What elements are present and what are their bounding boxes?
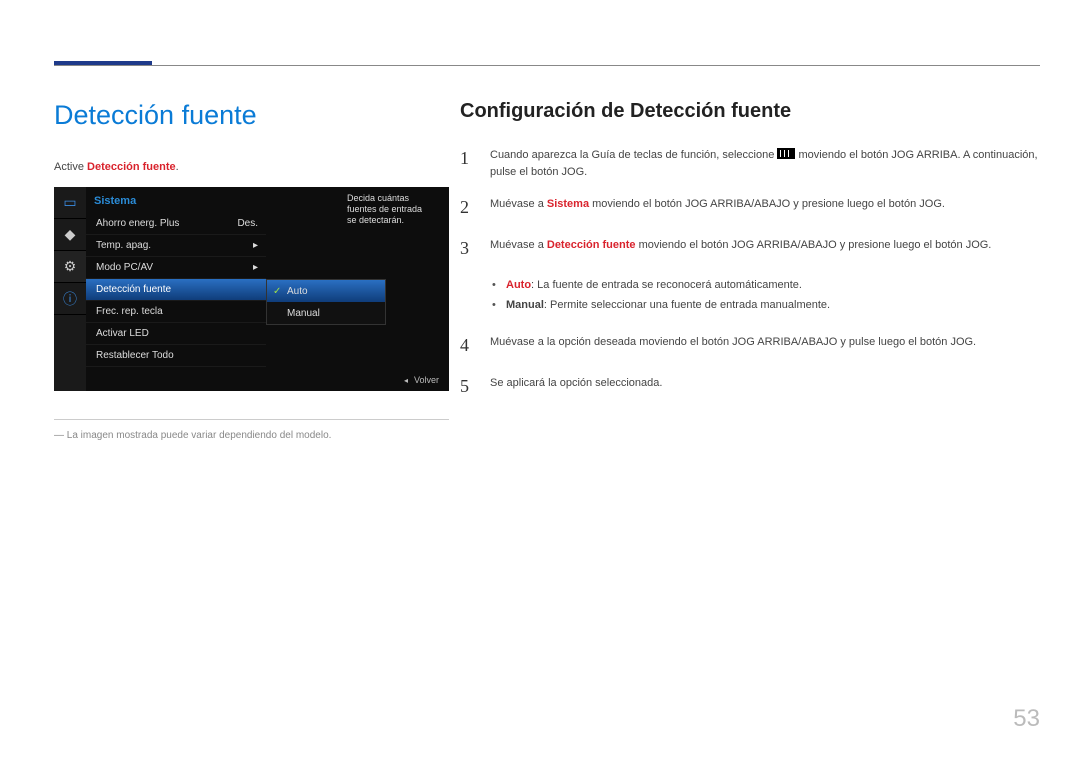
submenu-item: Manual: [267, 302, 385, 324]
osd-footer: ◂Volver: [404, 375, 439, 385]
osd-item: Temp. apag.▸: [86, 235, 266, 257]
bullet-manual: Manual: Permite seleccionar una fuente d…: [492, 296, 1040, 316]
section-title: Detección fuente: [54, 100, 449, 131]
step-body: Muévase a Detección fuente moviendo el b…: [490, 235, 1040, 262]
osd-item: Ahorro energ. PlusDes.: [86, 213, 266, 235]
option-bullets: Auto: La fuente de entrada se reconocerá…: [492, 276, 1040, 316]
step-body: Muévase a la opción deseada moviendo el …: [490, 332, 1040, 359]
step-body: Se aplicará la opción seleccionada.: [490, 373, 1040, 400]
menu-icon: [777, 148, 795, 159]
osd-item: Modo PC/AV▸: [86, 257, 266, 279]
steps-list: 1 Cuando aparezca la Guía de teclas de f…: [460, 145, 1040, 262]
tip-line: fuentes de entrada: [347, 204, 422, 214]
settings-icon: ⚙: [54, 251, 86, 283]
step-1: 1 Cuando aparezca la Guía de teclas de f…: [460, 145, 1040, 180]
osd-item: Frec. rep. tecla: [86, 301, 266, 323]
bullet-auto: Auto: La fuente de entrada se reconocerá…: [492, 276, 1040, 296]
intro-text: Active Detección fuente.: [54, 161, 449, 173]
steps-list-cont: 4 Muévase a la opción deseada moviendo e…: [460, 332, 1040, 400]
intro-pre: Active: [54, 161, 87, 173]
osd-menu: Ahorro energ. PlusDes. Temp. apag.▸ Modo…: [86, 213, 266, 367]
tip-line: Decida cuántas: [347, 193, 409, 203]
divider: [54, 419, 449, 420]
step-number: 4: [460, 332, 476, 359]
step-3: 3 Muévase a Detección fuente moviendo el…: [460, 235, 1040, 262]
back-icon: ◂: [404, 376, 408, 385]
osd-tip: Decida cuántas fuentes de entrada se det…: [347, 193, 443, 225]
step-number: 1: [460, 145, 476, 180]
step-number: 3: [460, 235, 476, 262]
step-5: 5 Se aplicará la opción seleccionada.: [460, 373, 1040, 400]
osd-item: Restablecer Todo: [86, 345, 266, 367]
disclaimer: ― La imagen mostrada puede variar depend…: [54, 430, 449, 441]
step-4: 4 Muévase a la opción deseada moviendo e…: [460, 332, 1040, 359]
osd-category: Sistema: [94, 195, 136, 207]
step-body: Muévase a Sistema moviendo el botón JOG …: [490, 194, 1040, 221]
osd-submenu: ✓Auto Manual: [266, 279, 386, 325]
osd-item-selected: Detección fuente: [86, 279, 266, 301]
intro-post: .: [176, 161, 179, 173]
step-2: 2 Muévase a Sistema moviendo el botón JO…: [460, 194, 1040, 221]
tip-line: se detectarán.: [347, 215, 404, 225]
monitor-icon: ▭: [54, 187, 86, 219]
right-column: Configuración de Detección fuente 1 Cuan…: [460, 100, 1040, 414]
step-body: Cuando aparezca la Guía de teclas de fun…: [490, 145, 1040, 180]
left-column: Detección fuente Active Detección fuente…: [54, 100, 449, 441]
step-number: 2: [460, 194, 476, 221]
page-number: 53: [1013, 705, 1040, 733]
step-number: 5: [460, 373, 476, 400]
picture-icon: ◆: [54, 219, 86, 251]
config-title: Configuración de Detección fuente: [460, 100, 1040, 123]
osd-nav: ▭ ◆ ⚙ ⓘ: [54, 187, 86, 391]
intro-strong: Detección fuente: [87, 161, 176, 173]
check-icon: ✓: [273, 286, 281, 297]
submenu-item-selected: ✓Auto: [267, 280, 385, 302]
osd-screenshot: ▭ ◆ ⚙ ⓘ Sistema Decida cuántas fuentes d…: [54, 187, 449, 391]
osd-item: Activar LED: [86, 323, 266, 345]
header-rule: [54, 65, 1040, 66]
info-icon: ⓘ: [54, 283, 86, 315]
